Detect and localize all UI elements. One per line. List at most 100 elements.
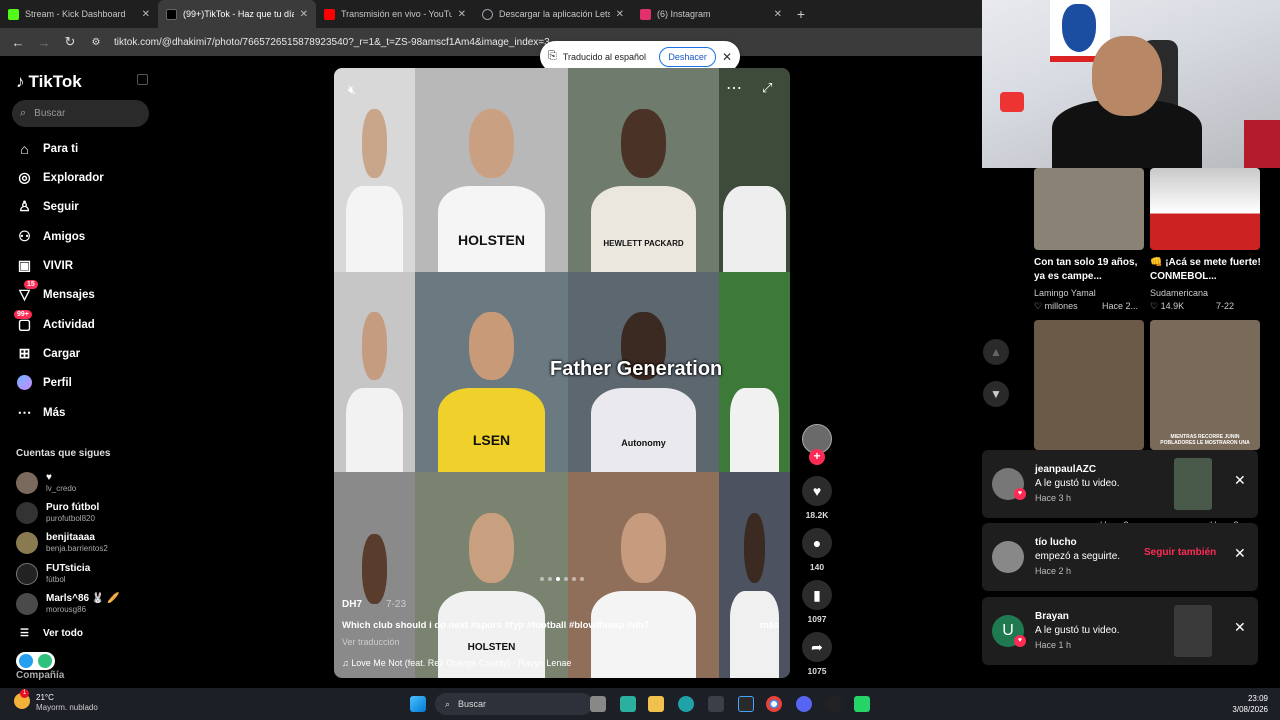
close-icon[interactable]: ✕ [1234, 545, 1246, 562]
video-thumbnail[interactable] [1034, 168, 1144, 250]
company-link[interactable]: Compañía [16, 670, 64, 681]
image-dot[interactable] [580, 577, 584, 581]
music-info[interactable]: ♫ Love Me Not (feat. Rex Orange County) … [342, 658, 571, 668]
like-button[interactable]: ♥ 18.2K [800, 476, 834, 520]
alert-badge: 1 [20, 689, 29, 698]
save-button[interactable]: ▮ 1097 [800, 580, 834, 624]
sidebar-item-label: Perfil [43, 376, 72, 389]
undo-translate-button[interactable]: Deshacer [659, 46, 716, 67]
video-title[interactable]: Con tan solo 19 años, ya es campe... [1034, 256, 1144, 284]
collapse-sidebar-icon[interactable] [137, 74, 148, 85]
reload-icon[interactable]: ↻ [62, 34, 78, 50]
back-icon[interactable]: ← [10, 35, 26, 50]
sidebar-item-mas[interactable]: ⋯ Más [16, 404, 66, 421]
close-tab-icon[interactable]: ✕ [300, 9, 308, 20]
next-video-button[interactable]: ▼ [983, 381, 1009, 407]
following-account[interactable]: FUTsticia fútbol [16, 563, 90, 585]
video-thumbnail[interactable] [1034, 320, 1144, 450]
video-author[interactable]: Lamingo Yamal [1034, 288, 1096, 298]
app-toggle[interactable] [16, 652, 55, 670]
windows-start-icon[interactable] [410, 696, 426, 712]
file-explorer-icon[interactable] [648, 696, 664, 712]
sidebar-item-perfil[interactable]: Perfil [16, 374, 72, 391]
close-icon[interactable]: ✕ [722, 50, 732, 64]
image-dot[interactable] [564, 577, 568, 581]
following-account[interactable]: benjitaaaa benja.barrientos2 [16, 532, 108, 554]
close-icon[interactable]: ✕ [1234, 472, 1246, 489]
browser-tab-instagram[interactable]: (6) Instagram ✕ [632, 0, 790, 28]
notification-card[interactable]: ♥ jeanpaulAZC A le gustó tu video. Hace … [982, 450, 1258, 518]
collage-photo [719, 472, 790, 678]
notification-card[interactable]: U ♥ Brayan A le gustó tu video. Hace 1 h … [982, 597, 1258, 665]
task-view-icon[interactable] [590, 696, 606, 712]
copilot-icon[interactable] [620, 696, 636, 712]
image-dot[interactable] [556, 577, 560, 581]
sidebar: ♪TikTok ⌕ ⌂ Para ti ◎ Explorador ♙ Seguir ⚇… [0, 56, 160, 688]
store-icon[interactable] [708, 696, 724, 712]
url-field[interactable]: tiktok.com/@dhakimi7/photo/7665726515878… [114, 37, 550, 48]
video-thumbnail [1174, 458, 1212, 510]
search-input[interactable] [34, 108, 135, 119]
more-options-icon[interactable]: ⋯ [726, 78, 742, 98]
browser-tab-kick[interactable]: Stream - Kick Dashboard ✕ [0, 0, 158, 28]
image-dot[interactable] [548, 577, 552, 581]
fullscreen-icon[interactable]: ⤢ [762, 80, 772, 96]
notification-card[interactable]: tío lucho empezó a seguirte. Hace 2 h Se… [982, 523, 1258, 591]
weather-widget[interactable]: 1 21°C Mayorm. nublado [14, 689, 98, 713]
video-author[interactable]: Sudamericana [1150, 288, 1208, 298]
following-account[interactable]: Puro fútbol purofutbol820 [16, 502, 99, 524]
sidebar-item-actividad[interactable]: ▢ 99+ Actividad [14, 310, 95, 333]
browser-tab-tiktok[interactable]: (99+)TikTok - Haz que tu día se ✕ [158, 0, 316, 28]
image-dot[interactable] [540, 577, 544, 581]
system-clock[interactable]: 23:09 3/08/2026 [1232, 693, 1268, 715]
close-tab-icon[interactable]: ✕ [142, 9, 150, 20]
close-tab-icon[interactable]: ✕ [458, 9, 466, 20]
taskbar-search[interactable]: ⌕ Buscar [435, 693, 593, 715]
following-account[interactable]: ♥ lv_credo [16, 472, 76, 494]
bookmark-icon: ▮ [802, 580, 832, 610]
account-handle: fútbol [46, 575, 66, 584]
video-player[interactable]: HOLSTEN HEWLETT PACKARD LSEN Autonomy HO… [334, 68, 790, 678]
video-thumbnail[interactable] [1150, 168, 1260, 250]
discord-icon[interactable] [796, 696, 812, 712]
share-button[interactable]: ➦ 1075 [800, 632, 834, 676]
close-tab-icon[interactable]: ✕ [616, 9, 624, 20]
obs-icon[interactable] [826, 696, 842, 712]
sidebar-item-amigos[interactable]: ⚇ Amigos [16, 228, 85, 245]
follow-back-button[interactable]: Seguir también [1144, 547, 1216, 558]
browser-tab-youtube[interactable]: Transmisión en vivo - YouTube ✕ [316, 0, 474, 28]
sidebar-item-explorador[interactable]: ◎ Explorador [16, 169, 103, 186]
forward-icon[interactable]: → [36, 35, 52, 50]
caption-more-link[interactable]: más [760, 620, 779, 631]
sidebar-item-para-ti[interactable]: ⌂ Para ti [16, 140, 78, 157]
see-all-link[interactable]: ☰ Ver todo [20, 628, 83, 639]
previous-video-button[interactable]: ▲ [983, 339, 1009, 365]
video-thumbnail[interactable]: MIENTRAS RECORRE JUNIN POBLADORES LE MOS… [1150, 320, 1260, 450]
youtube-icon [324, 8, 335, 20]
tiktok-logo[interactable]: ♪ TikTok [16, 72, 82, 92]
browser-tab-letsview[interactable]: Descargar la aplicación LetsVie ✕ [474, 0, 632, 28]
site-info-icon[interactable]: ⚙ [88, 37, 104, 48]
video-title[interactable]: 👊 ¡Acá se mete fuerte! CONMEBOL... [1150, 256, 1262, 284]
sidebar-item-vivir[interactable]: ▣ VIVIR [16, 257, 73, 274]
club-crest-image [1062, 4, 1096, 52]
sidebar-item-mensajes[interactable]: ▽ 15 Mensajes [16, 280, 95, 303]
comment-button[interactable]: ● 140 [800, 528, 834, 572]
mute-icon[interactable]: 🔇︎ [348, 82, 356, 98]
close-icon[interactable]: ✕ [1234, 619, 1246, 636]
whatsapp-icon[interactable] [854, 696, 870, 712]
image-index-dots[interactable] [540, 577, 584, 581]
app-icon[interactable] [738, 696, 754, 712]
edge-icon[interactable] [678, 696, 694, 712]
close-tab-icon[interactable]: ✕ [774, 9, 782, 20]
video-author[interactable]: DH7 [342, 599, 362, 610]
chrome-icon[interactable] [766, 696, 782, 712]
new-tab-button[interactable]: + [790, 6, 812, 22]
following-account[interactable]: Marls^86 🐰 🥖 morousg86 [16, 593, 120, 615]
image-dot[interactable] [572, 577, 576, 581]
follow-plus-icon[interactable]: + [809, 449, 825, 465]
sidebar-item-seguir[interactable]: ♙ Seguir [16, 198, 79, 215]
see-translation-link[interactable]: Ver traducción [342, 637, 400, 647]
sidebar-item-cargar[interactable]: ⊞ Cargar [16, 345, 80, 362]
home-icon: ⌂ [20, 140, 29, 157]
